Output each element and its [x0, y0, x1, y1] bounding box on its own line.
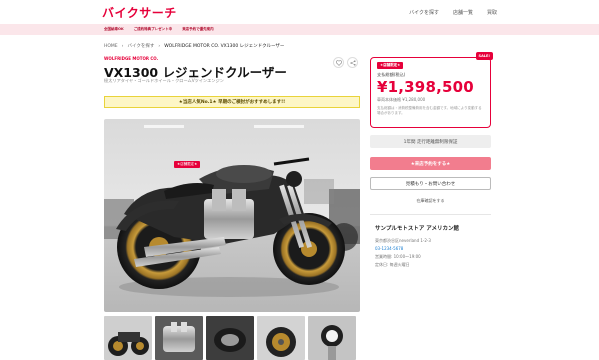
thumbnail-strip	[104, 316, 360, 360]
main-product-photo[interactable]: ★店舗限定★	[104, 119, 360, 312]
shop-phone[interactable]: 03-1234-5678	[375, 246, 403, 251]
store-limited-tag: ★店舗限定★	[377, 62, 404, 69]
shop-address: 東京都渋谷区neverland 1-2-3	[375, 238, 431, 243]
shop-name[interactable]: サンプルモトストア アメリカン館	[375, 224, 459, 232]
estimate-inquiry-button[interactable]: 見積もり・お問い合わせ	[370, 177, 491, 190]
thumbnail[interactable]	[257, 316, 305, 360]
sale-badge: SALE!	[475, 52, 493, 60]
thumbnail[interactable]	[104, 316, 152, 360]
breadcrumb-current: WOLFRIDGE MOTOR CO. VX1300 レジェンドクルーザー	[164, 44, 285, 49]
photo-label: ★店舗限定★	[174, 161, 201, 168]
thumbnail[interactable]	[308, 316, 356, 360]
breadcrumb-search[interactable]: バイクを探す	[127, 43, 154, 49]
shop-holiday: 定休日: 毎週火曜日	[375, 262, 410, 267]
breadcrumb-separator: ›	[158, 43, 161, 49]
favorite-button[interactable]	[333, 57, 344, 68]
price-note: 支払総額は・消費税整備費用を含む金額です。地域により変動する場合があります。	[377, 106, 482, 116]
thumbnail[interactable]	[206, 316, 254, 360]
warranty-button[interactable]: 1年間 走行距離無制限保証	[370, 135, 491, 148]
main-nav: バイクを探す 店舗一覧 買取	[409, 9, 497, 16]
motorcycle-photo	[104, 119, 360, 312]
promo-item[interactable]: ご成約特典プレゼント中	[134, 27, 173, 32]
popularity-notice: ★当店人気No.1★ 早期のご検討がおすすめします!!	[104, 96, 360, 108]
share-button[interactable]	[347, 57, 358, 68]
promo-item[interactable]: 来店予約で優先案内	[182, 27, 214, 32]
breadcrumb-separator: ›	[121, 43, 124, 49]
reserve-visit-button[interactable]: ★来店予約をする★	[370, 157, 491, 170]
breadcrumb: HOME › バイクを探す › WOLFRIDGE MOTOR CO. VX13…	[104, 43, 285, 50]
nav-buyback[interactable]: 買取	[487, 9, 497, 16]
total-price: ¥1,398,500	[377, 78, 474, 96]
site-logo[interactable]: バイクサーチ	[102, 4, 177, 21]
price-card: ★店舗限定★ SALE! 支払総額(税込) ¥1,398,500 車両本体価格 …	[370, 52, 493, 128]
nav-search-bikes[interactable]: バイクを探す	[409, 9, 439, 16]
site-header: バイクサーチ バイクを探す 店舗一覧 買取	[0, 0, 599, 24]
thumbnail[interactable]	[155, 316, 203, 360]
share-icon	[349, 59, 356, 66]
promo-item[interactable]: 全国納車OK	[104, 27, 124, 32]
product-subtitle: 極太リアタイヤ・ゴールドホイール・クロームVツインエンジン	[104, 78, 224, 83]
base-price: 車両本体価格 ¥1,280,000	[377, 97, 426, 102]
stock-check-link[interactable]: 在庫確認をする	[370, 198, 491, 204]
breadcrumb-home[interactable]: HOME	[104, 44, 118, 49]
promo-bar: 全国納車OK ご成約特典プレゼント中 来店予約で優先案内	[0, 24, 599, 35]
heart-icon	[335, 59, 342, 66]
divider	[370, 214, 491, 215]
shop-hours: 営業時間: 10:00〜19:00	[375, 254, 421, 259]
nav-store-list[interactable]: 店舗一覧	[453, 9, 473, 16]
brand-name: WOLFRIDGE MOTOR CO.	[104, 56, 159, 61]
